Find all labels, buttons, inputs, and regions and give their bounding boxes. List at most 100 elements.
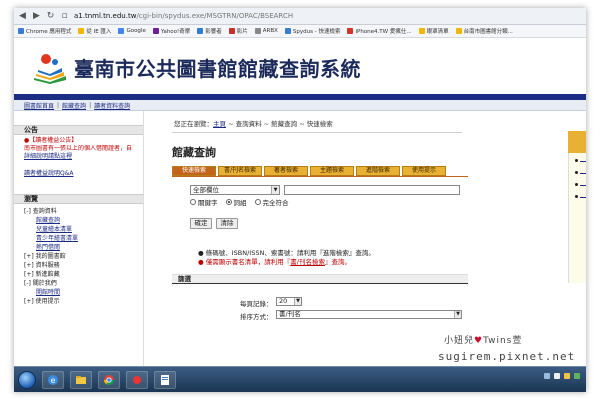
search-tab[interactable]: 快速檢索 bbox=[172, 166, 216, 176]
sort-select[interactable]: 書/刊名 ▼ bbox=[276, 310, 462, 319]
start-button[interactable] bbox=[18, 370, 36, 389]
reload-icon[interactable]: ↻ bbox=[46, 11, 55, 21]
url-field[interactable]: a1.tnml.tn.edu.tw/cgi-bin/spydus.exe/MSG… bbox=[74, 11, 293, 22]
blog-url-watermark: sugirem.pixnet.net bbox=[438, 350, 576, 363]
right-link[interactable] bbox=[580, 192, 586, 198]
search-tabs: 快速檢索 書/刊名檢索 著者檢索 主題檢索 進階檢索 使用提示 bbox=[172, 166, 446, 176]
divider bbox=[172, 132, 462, 133]
tab-underline bbox=[172, 176, 468, 177]
announcement-highlight: ●【讀者權益公告】 bbox=[24, 137, 78, 144]
chrome-taskbar-icon[interactable] bbox=[98, 370, 120, 389]
bookmark-item[interactable]: 影片 bbox=[228, 27, 248, 35]
document-taskbar-icon[interactable] bbox=[154, 370, 176, 389]
browse-tree: [-] 查詢資料 館藏查詢 兒童繪本清單 青少年繪書清單 熱門借閱 [+] 我的圖書館 [+… bbox=[14, 204, 143, 306]
bookmark-label: 影響者 bbox=[205, 29, 222, 35]
bookmark-icon bbox=[455, 28, 462, 34]
tree-group[interactable]: [+] 我的圖書館 bbox=[24, 252, 143, 261]
tree-group[interactable]: [+] 使用提示 bbox=[24, 297, 143, 306]
match-radio[interactable]: 詞組 bbox=[225, 197, 247, 207]
match-radio[interactable]: 完全符合 bbox=[254, 197, 289, 207]
explorer-taskbar-icon[interactable] bbox=[70, 370, 92, 389]
tree-link[interactable]: 青少年繪書清單 bbox=[24, 234, 143, 243]
radio-label: 完全符合 bbox=[262, 199, 289, 207]
radio-icon[interactable] bbox=[190, 199, 196, 205]
bookmark-icon bbox=[254, 28, 261, 34]
search-tab[interactable]: 使用提示 bbox=[402, 166, 446, 176]
clear-button[interactable]: 清除 bbox=[216, 218, 238, 229]
match-radio[interactable]: 關鍵字 bbox=[190, 197, 218, 207]
radio-icon[interactable] bbox=[225, 199, 232, 205]
tree-link[interactable]: 兒童繪本清單 bbox=[24, 225, 143, 234]
forward-icon[interactable]: ▶ bbox=[32, 11, 41, 21]
search-tab[interactable]: 進階檢索 bbox=[356, 166, 400, 176]
radio-label: 詞組 bbox=[233, 199, 247, 207]
bookmark-item[interactable]: Google bbox=[118, 28, 146, 34]
ie-taskbar-icon[interactable]: e bbox=[42, 370, 64, 389]
bookmark-item[interactable]: 台南市圖書館分類... bbox=[455, 27, 513, 35]
announcement-qa-link[interactable]: 讀者權益說明Q&A bbox=[24, 170, 74, 177]
bookmark-item[interactable]: 影響者 bbox=[197, 27, 222, 35]
tray-icon[interactable] bbox=[564, 373, 570, 379]
bookmark-item[interactable]: iPhone4.TW 愛瘋仕... bbox=[347, 27, 412, 35]
windows-taskbar: e bbox=[14, 366, 586, 392]
search-tab[interactable]: 主題檢索 bbox=[310, 166, 354, 176]
app-taskbar-icon[interactable] bbox=[126, 370, 148, 389]
bookmark-label: 台南市圖書館分類... bbox=[463, 29, 513, 35]
radio-icon[interactable] bbox=[254, 199, 261, 205]
tree-group[interactable]: [+] 資料服務 bbox=[24, 261, 143, 270]
tree-group[interactable]: [+] 新進館藏 bbox=[24, 270, 143, 279]
heart-icon: ♥ bbox=[474, 336, 484, 346]
bullet-icon bbox=[575, 171, 578, 174]
nav-reader-info[interactable]: 讀者資料查詢 bbox=[94, 101, 130, 110]
blog-watermark: 小妞兒♥Twins萱 bbox=[444, 333, 522, 346]
browse-heading: 瀏覽 bbox=[14, 194, 143, 204]
bookmark-icon bbox=[347, 28, 354, 34]
tree-link[interactable]: 熱門借閱 bbox=[24, 243, 143, 252]
nav-catalog-search[interactable]: 館藏查詢 bbox=[62, 101, 86, 110]
tray-icon[interactable] bbox=[544, 373, 550, 379]
bookmark-icon bbox=[228, 28, 235, 34]
tree-group[interactable]: [-] 關於我們 bbox=[24, 279, 143, 288]
note2-post: 』查詢。 bbox=[324, 258, 351, 266]
bookmark-item[interactable]: 從 IE 匯入 bbox=[78, 27, 111, 35]
bookmark-label: 眼罩清單 bbox=[426, 29, 449, 35]
tree-link[interactable]: 館藏查詢 bbox=[24, 216, 143, 225]
bookmark-item[interactable]: Chrome 應用程式 bbox=[18, 27, 71, 35]
bookmark-label: Google bbox=[126, 28, 146, 34]
back-icon[interactable]: ◀ bbox=[18, 11, 27, 21]
tray-icon[interactable] bbox=[554, 373, 560, 379]
announcement-detail-link[interactable]: 詳細說明請點這裡 bbox=[24, 153, 72, 160]
bullet-icon bbox=[575, 195, 578, 198]
bookmark-item[interactable]: ARBX bbox=[254, 28, 278, 34]
right-panel-body bbox=[568, 153, 586, 283]
breadcrumb-home-link[interactable]: 主頁 bbox=[213, 120, 226, 128]
right-link[interactable] bbox=[580, 180, 586, 186]
screenshot-frame: ◀ ▶ ↻ ▫ a1.tnml.tn.edu.tw/cgi-bin/spydus… bbox=[14, 8, 586, 392]
per-page-value: 20 bbox=[279, 297, 288, 305]
nav-library-home[interactable]: 圖書館首頁 bbox=[24, 101, 54, 110]
chevron-down-icon: ▼ bbox=[271, 186, 279, 194]
search-tab[interactable]: 書/刊名檢索 bbox=[218, 166, 262, 176]
bookmark-icon bbox=[78, 28, 85, 34]
breadcrumb-trail: ~ 查詢資料 ~ 館藏查詢 ~ 快速檢索 bbox=[226, 120, 333, 128]
submit-button[interactable]: 確定 bbox=[190, 218, 212, 229]
title-search-link[interactable]: 書/刊名檢索 bbox=[290, 258, 325, 266]
bookmark-label: 從 IE 匯入 bbox=[86, 29, 112, 35]
search-input[interactable] bbox=[284, 185, 460, 195]
bookmark-item[interactable]: Yahoo!奇摩 bbox=[152, 27, 190, 35]
per-page-select[interactable]: 20 ▼ bbox=[276, 297, 302, 306]
site-title: 臺南市公共圖書館館藏查詢系統 bbox=[74, 57, 361, 81]
field-select[interactable]: 全部欄位 ▼ bbox=[190, 185, 280, 195]
bookmark-icon bbox=[152, 28, 159, 34]
note-title-search: ● 僅需顯示書名清單，請利用『書/刊名檢索』查詢。 bbox=[198, 258, 375, 267]
chevron-down-icon: ▼ bbox=[294, 298, 301, 305]
tree-group[interactable]: [-] 查詢資料 bbox=[24, 207, 143, 216]
tray-icon[interactable] bbox=[574, 373, 580, 379]
right-link[interactable] bbox=[580, 168, 586, 174]
bookmark-item[interactable]: 眼罩清單 bbox=[418, 27, 449, 35]
bookmark-item[interactable]: Spydus - 快速檢索 bbox=[284, 27, 340, 35]
site-header: 臺南市公共圖書館館藏查詢系統 bbox=[14, 38, 586, 100]
search-tab[interactable]: 著者檢索 bbox=[264, 166, 308, 176]
tree-link[interactable]: 開館時間 bbox=[24, 288, 143, 297]
right-link[interactable] bbox=[580, 156, 586, 162]
